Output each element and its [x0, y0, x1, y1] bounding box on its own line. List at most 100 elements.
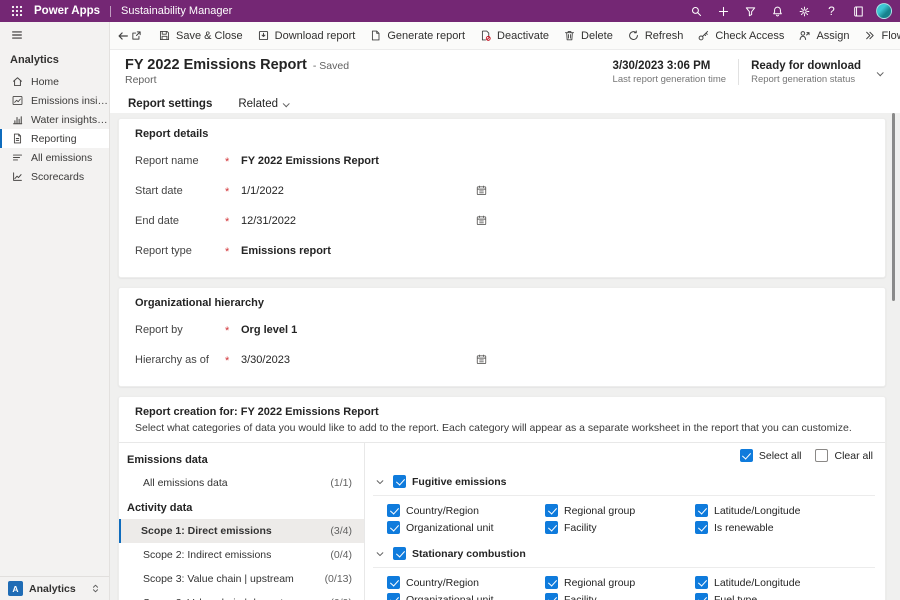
end-date-field[interactable]: 12/31/2022	[241, 215, 489, 227]
settings-icon[interactable]	[791, 0, 818, 22]
field-end-date: End date * 12/31/2022	[135, 206, 869, 235]
list-item-scope1[interactable]: Scope 1: Direct emissions (3/4)	[119, 519, 364, 543]
sidebar-item-label: All emissions	[31, 152, 92, 164]
chevron-down-icon[interactable]	[375, 477, 385, 487]
org-hierarchy-section: Organizational hierarchy Report by * Org…	[118, 287, 886, 387]
bar-chart-icon	[11, 113, 25, 126]
popout-icon[interactable]	[130, 25, 143, 47]
sidebar-item-water-insights[interactable]: Water insights (previ...	[0, 110, 109, 129]
download-report-button[interactable]: Download report	[250, 25, 363, 47]
back-button[interactable]	[116, 25, 130, 47]
group-checkbox[interactable]: Fugitive emissions	[393, 475, 507, 488]
sidebar-item-reporting[interactable]: Reporting	[0, 129, 109, 148]
checkbox-checked-icon	[387, 504, 400, 517]
chevron-down-icon[interactable]	[375, 549, 385, 559]
option-label: Organizational unit	[406, 594, 494, 600]
save-close-button[interactable]: Save & Close	[151, 25, 250, 47]
product-name[interactable]: Power Apps	[34, 5, 100, 17]
option-checkbox[interactable]: Latitude/Longitude	[695, 504, 875, 517]
filter-icon[interactable]	[737, 0, 764, 22]
option-checkbox[interactable]: Is renewable	[695, 521, 875, 534]
app-bar-divider	[110, 6, 111, 17]
collapse-header-chevron[interactable]	[873, 59, 886, 85]
option-checkbox[interactable]: Fuel type	[695, 593, 875, 600]
delete-button[interactable]: Delete	[556, 25, 620, 47]
checkbox-checked-icon	[545, 521, 558, 534]
report-name-field[interactable]: FY 2022 Emissions Report	[241, 155, 489, 167]
option-checkbox[interactable]: Regional group	[545, 504, 695, 517]
deactivate-icon	[479, 29, 492, 42]
hierarchy-date-field[interactable]: 3/30/2023	[241, 354, 489, 366]
group-checkbox[interactable]: Stationary combustion	[393, 547, 526, 560]
option-label: Fuel type	[714, 594, 757, 600]
help-icon[interactable]: ?	[818, 0, 845, 22]
field-label: Hierarchy as of	[135, 354, 225, 366]
list-item-label: All emissions data	[143, 477, 228, 489]
app-name[interactable]: Sustainability Manager	[121, 5, 232, 17]
calendar-icon[interactable]	[473, 183, 489, 199]
option-checkbox[interactable]: Facility	[545, 593, 695, 600]
list-item-scope3-downstream[interactable]: Scope 3: Value chain | downstream (0/9)	[119, 591, 364, 600]
sidebar-item-all-emissions[interactable]: All emissions	[0, 148, 109, 167]
stat-label: Report generation status	[751, 74, 861, 85]
save-icon	[158, 29, 171, 42]
report-creation-description: Select what categories of data you would…	[135, 422, 869, 434]
option-checkbox[interactable]: Regional group	[545, 576, 695, 589]
notifications-icon[interactable]	[764, 0, 791, 22]
stat-label: Last report generation time	[613, 74, 727, 85]
field-start-date: Start date * 1/1/2022	[135, 176, 869, 205]
field-label: Report type	[135, 245, 225, 257]
user-avatar[interactable]	[876, 3, 892, 19]
report-by-field[interactable]: Org level 1	[241, 324, 489, 336]
sidebar-item-home[interactable]: Home	[0, 72, 109, 91]
checkbox-checked-icon	[387, 576, 400, 589]
generate-report-button[interactable]: Generate report	[362, 25, 472, 47]
report-page-icon	[11, 132, 25, 145]
option-checkbox[interactable]: Country/Region	[387, 576, 545, 589]
add-icon[interactable]	[710, 0, 737, 22]
assign-button[interactable]: Assign	[791, 25, 856, 47]
download-report-label: Download report	[275, 30, 356, 42]
checkbox-checked-icon	[695, 576, 708, 589]
flow-label: Flow	[881, 30, 900, 42]
report-type-field[interactable]: Emissions report	[241, 245, 489, 257]
checkbox-checked-icon	[387, 593, 400, 600]
option-checkbox[interactable]: Organizational unit	[387, 521, 545, 534]
option-checkbox[interactable]: Organizational unit	[387, 593, 545, 600]
key-icon	[697, 29, 710, 42]
calendar-icon[interactable]	[473, 352, 489, 368]
group-label: Stationary combustion	[412, 548, 526, 560]
guide-icon[interactable]	[845, 0, 872, 22]
select-all-checkbox[interactable]: Select all	[740, 449, 802, 462]
search-icon[interactable]	[683, 0, 710, 22]
option-checkbox[interactable]: Latitude/Longitude	[695, 576, 875, 589]
page-header: FY 2022 Emissions Report - Saved Report …	[110, 50, 900, 117]
field-label: Report by	[135, 324, 225, 336]
list-item-all-emissions-data[interactable]: All emissions data (1/1)	[119, 471, 364, 495]
delete-icon	[563, 29, 576, 42]
page-scrollbar[interactable]	[892, 113, 895, 301]
last-generation-time: 3/30/2023 3:06 PM Last report generation…	[613, 60, 727, 85]
option-checkbox[interactable]: Country/Region	[387, 504, 545, 517]
sidebar-item-emissions-insights[interactable]: Emissions insights	[0, 91, 109, 110]
option-checkbox[interactable]: Facility	[545, 521, 695, 534]
list-item-scope2[interactable]: Scope 2: Indirect emissions (0/4)	[119, 543, 364, 567]
area-switcher[interactable]: A Analytics	[0, 576, 109, 600]
tab-label: Related	[238, 98, 278, 110]
hamburger-icon[interactable]	[0, 22, 30, 48]
calendar-icon[interactable]	[473, 213, 489, 229]
check-access-label: Check Access	[715, 30, 784, 42]
waffle-icon[interactable]	[0, 0, 34, 22]
home-icon	[11, 75, 25, 88]
deactivate-button[interactable]: Deactivate	[472, 25, 556, 47]
check-access-button[interactable]: Check Access	[690, 25, 791, 47]
clear-all-checkbox[interactable]: Clear all	[815, 449, 873, 462]
list-section-header: Activity data	[119, 497, 364, 519]
sidebar-item-scorecards[interactable]: Scorecards	[0, 167, 109, 186]
refresh-button[interactable]: Refresh	[620, 25, 691, 47]
start-date-field[interactable]: 1/1/2022	[241, 185, 489, 197]
flow-button[interactable]: Flow	[856, 25, 900, 47]
list-item-scope3-upstream[interactable]: Scope 3: Value chain | upstream (0/13)	[119, 567, 364, 591]
required-marker: *	[225, 352, 241, 367]
category-detail-panel: Select all Clear all F	[365, 443, 885, 600]
